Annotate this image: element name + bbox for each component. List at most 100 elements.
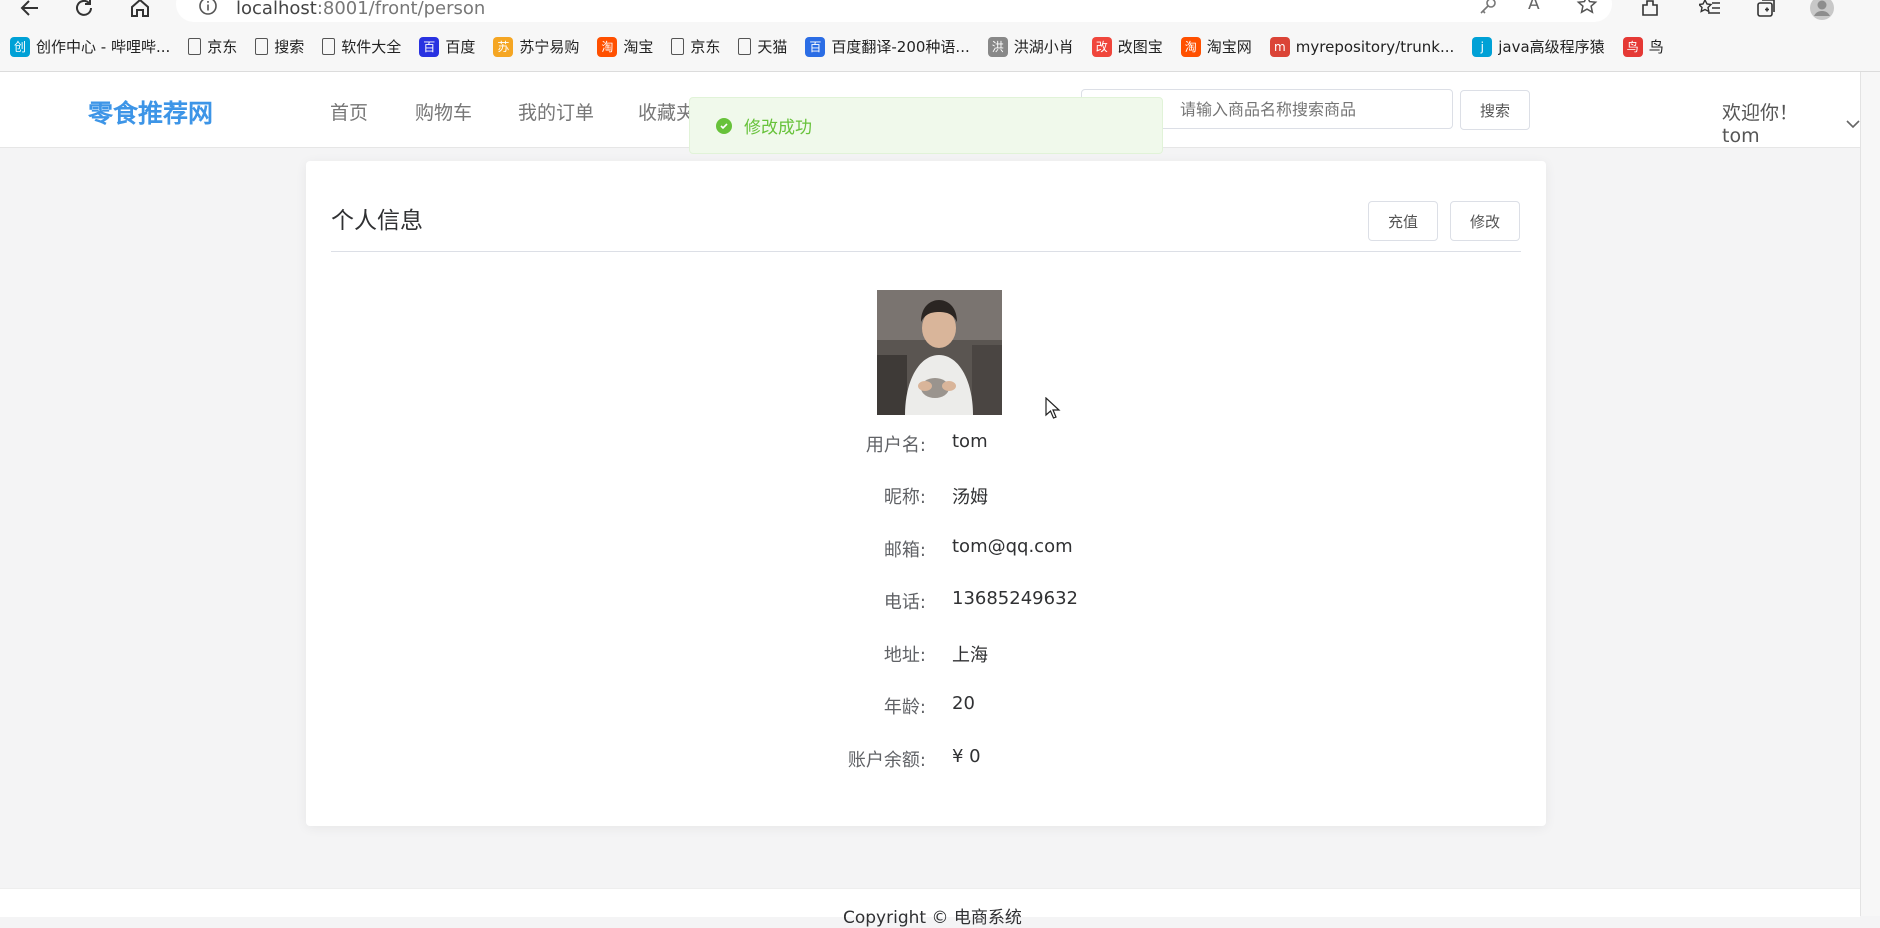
bilibili-icon: 创 bbox=[10, 36, 30, 57]
bookmark-label: 京东 bbox=[207, 38, 238, 56]
bookmark-item[interactable]: 京东 bbox=[671, 36, 720, 57]
site-logo[interactable]: 零食推荐网 bbox=[88, 94, 213, 130]
extensions-icon[interactable] bbox=[1636, 0, 1664, 22]
avatar bbox=[877, 290, 1002, 415]
bird-icon: 鸟 bbox=[1622, 36, 1643, 57]
taobao-icon: 淘 bbox=[597, 36, 618, 57]
url-host: localhost bbox=[236, 0, 317, 19]
info-icon[interactable] bbox=[198, 0, 218, 20]
bookmark-item[interactable]: 搜索 bbox=[255, 36, 304, 57]
field-value: 汤姆 bbox=[952, 487, 988, 508]
search-button[interactable]: 搜索 bbox=[1460, 90, 1530, 130]
bookmark-label: 鸟 bbox=[1648, 38, 1664, 56]
address-bar[interactable]: localhost:8001/front/person Aʼ bbox=[176, 0, 1612, 22]
field-value: ¥ 0 bbox=[952, 746, 981, 767]
field-label: 电话: bbox=[883, 592, 926, 613]
field-label: 昵称: bbox=[883, 487, 926, 508]
page-icon bbox=[322, 38, 336, 55]
favorites-icon[interactable] bbox=[1696, 0, 1724, 22]
field-value: 上海 bbox=[952, 645, 988, 666]
field-label: 地址: bbox=[883, 645, 926, 666]
read-aloud-icon[interactable]: Aʼ bbox=[1528, 0, 1543, 14]
bookmark-item[interactable]: 鸟鸟 bbox=[1622, 36, 1664, 57]
bookmark-item[interactable]: 淘淘宝网 bbox=[1180, 36, 1252, 57]
collections-icon[interactable] bbox=[1752, 0, 1780, 22]
nav-cart[interactable]: 购物车 bbox=[415, 98, 472, 125]
title-divider bbox=[331, 251, 1521, 252]
bookmark-item[interactable]: j java高级程序猿 bbox=[1472, 36, 1605, 57]
bookmark-item[interactable]: 百百度 bbox=[419, 36, 475, 57]
bookmark-label: myrepository/trunk... bbox=[1295, 37, 1455, 56]
field-value: tom@qq.com bbox=[952, 536, 1073, 557]
bilibili-icon: j bbox=[1472, 36, 1493, 57]
page-icon bbox=[188, 38, 202, 55]
bookmark-label: 苏宁易购 bbox=[519, 38, 580, 56]
field-phone: 电话: 13685249632 bbox=[306, 588, 1546, 618]
bookmark-item[interactable]: 天猫 bbox=[738, 36, 787, 57]
field-value: 13685249632 bbox=[952, 588, 1078, 609]
bookmark-label: 创作中心 - 哔哩哔... bbox=[36, 38, 171, 56]
bookmark-item[interactable]: m myrepository/trunk... bbox=[1269, 36, 1455, 57]
bookmark-label: java高级程序猿 bbox=[1498, 38, 1605, 56]
chevron-down-icon bbox=[1846, 112, 1860, 134]
bookmark-item[interactable]: 改改图宝 bbox=[1091, 36, 1163, 57]
welcome-text: 欢迎你！ tom bbox=[1722, 102, 1799, 147]
taobao-icon: 淘 bbox=[1180, 36, 1201, 57]
bookmark-label: 改图宝 bbox=[1117, 38, 1163, 56]
bookmark-item[interactable]: 百百度翻译-200种语... bbox=[805, 36, 970, 57]
nav-home[interactable]: 首页 bbox=[330, 98, 368, 125]
field-label: 邮箱: bbox=[883, 540, 926, 561]
bookmark-item[interactable]: 淘淘宝 bbox=[597, 36, 653, 57]
bookmark-label: 搜索 bbox=[274, 38, 305, 56]
check-circle-icon bbox=[716, 117, 732, 134]
field-label: 年龄: bbox=[883, 697, 926, 718]
key-icon[interactable] bbox=[1478, 0, 1498, 20]
bookmark-item[interactable]: 京东 bbox=[188, 36, 237, 57]
field-username: 用户名: tom bbox=[306, 431, 1546, 461]
field-address: 地址: 上海 bbox=[306, 641, 1546, 671]
field-value: 20 bbox=[952, 693, 975, 714]
field-email: 邮箱: tom@qq.com bbox=[306, 536, 1546, 566]
field-label: 用户名: bbox=[865, 435, 926, 456]
bookmark-label: 软件大全 bbox=[341, 38, 402, 56]
suning-icon: 苏 bbox=[493, 36, 514, 57]
nav-favorites[interactable]: 收藏夹 bbox=[638, 98, 695, 125]
bookmark-label: 百度 bbox=[445, 38, 476, 56]
edit-button[interactable]: 修改 bbox=[1450, 201, 1520, 241]
success-toast: 修改成功 bbox=[689, 97, 1163, 154]
field-value: tom bbox=[952, 431, 988, 452]
browser-toolbar: localhost:8001/front/person Aʼ bbox=[0, 0, 1880, 22]
translate-icon: 百 bbox=[805, 36, 826, 57]
recharge-button[interactable]: 充值 bbox=[1368, 201, 1438, 241]
toast-message: 修改成功 bbox=[744, 118, 812, 138]
field-nickname: 昵称: 汤姆 bbox=[306, 483, 1546, 513]
field-balance: 账户余额: ¥ 0 bbox=[306, 746, 1546, 776]
page-footer: Copyright © 电商系统 bbox=[0, 888, 1860, 928]
bookmark-label: 洪湖小肖 bbox=[1013, 38, 1074, 56]
field-label: 账户余额: bbox=[847, 750, 926, 771]
page-icon bbox=[255, 38, 269, 55]
favorite-add-icon[interactable] bbox=[1576, 0, 1598, 20]
page-icon bbox=[738, 38, 752, 55]
refresh-icon[interactable] bbox=[70, 0, 98, 22]
user-menu[interactable]: 欢迎你！ tom bbox=[1722, 98, 1860, 147]
bookmark-item[interactable]: 创创作中心 - 哔哩哔... bbox=[10, 36, 170, 57]
home-icon[interactable] bbox=[126, 0, 154, 22]
bookmark-label: 百度翻译-200种语... bbox=[831, 38, 970, 56]
url-text: localhost:8001/front/person bbox=[236, 0, 485, 19]
bookmark-label: 淘宝 bbox=[623, 38, 654, 56]
bookmark-item[interactable]: 苏苏宁易购 bbox=[493, 36, 579, 57]
page-icon bbox=[671, 38, 685, 55]
bird-icon: 洪 bbox=[987, 36, 1008, 57]
back-arrow-icon[interactable] bbox=[16, 0, 44, 22]
gaitubao-icon: 改 bbox=[1091, 36, 1112, 57]
sidebar-strip bbox=[1860, 72, 1880, 916]
chrome-icon: m bbox=[1269, 36, 1290, 57]
mouse-cursor-icon bbox=[1045, 396, 1061, 423]
bookmark-item[interactable]: 洪洪湖小肖 bbox=[987, 36, 1074, 57]
bookmark-item[interactable]: 软件大全 bbox=[322, 36, 401, 57]
baidu-icon: 百 bbox=[419, 36, 440, 57]
nav-orders[interactable]: 我的订单 bbox=[518, 98, 594, 125]
profile-avatar-icon[interactable] bbox=[1808, 0, 1836, 22]
bookmark-label: 天猫 bbox=[757, 38, 788, 56]
